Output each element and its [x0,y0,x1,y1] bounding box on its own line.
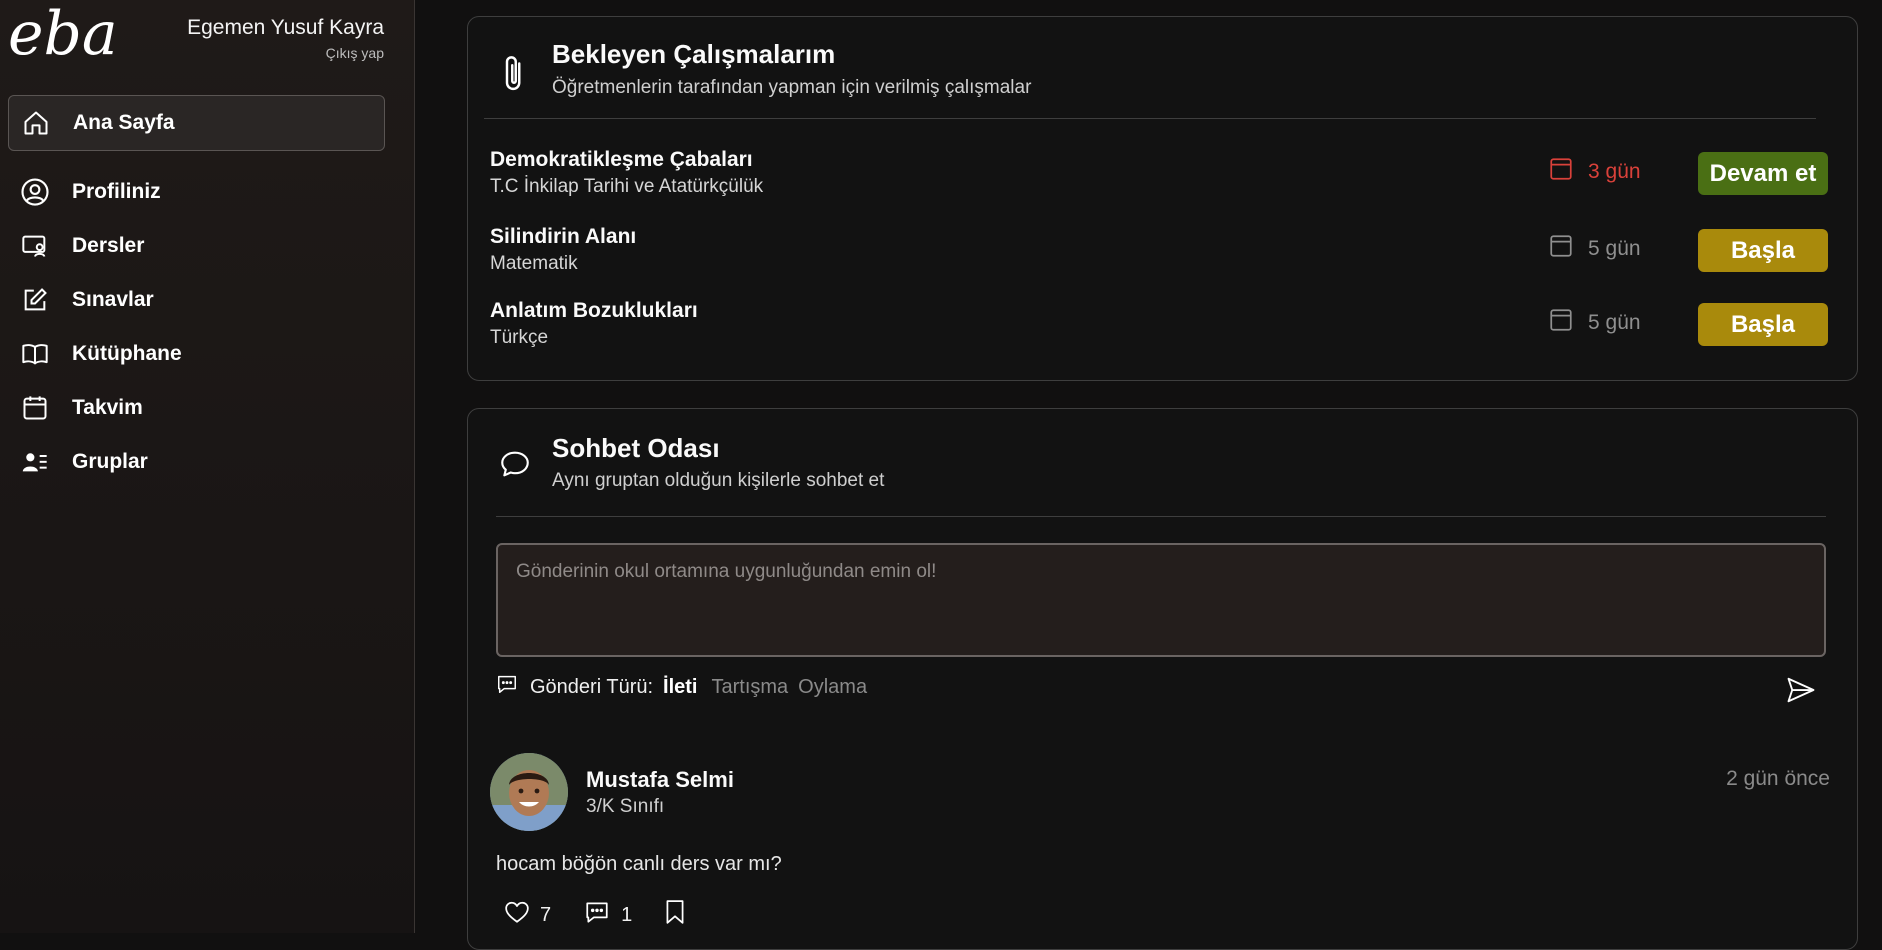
post-type-oylama[interactable]: Oylama [798,676,867,699]
groups-icon [20,447,50,477]
comment-icon [583,899,611,931]
task-row: Demokratikleşme Çabaları T.C İnkilap Tar… [490,148,1828,210]
user-name: Egemen Yusuf Kayra [187,16,384,39]
task-due: 3 gün [1548,156,1641,188]
sidebar-item-label: Kütüphane [72,342,182,365]
sidebar-item-dersler[interactable]: Dersler [8,219,385,273]
divider [484,118,1816,119]
task-title: Silindirin Alanı [490,225,637,248]
message-type-icon [496,673,518,701]
eba-logo[interactable]: eba [8,2,118,66]
post-text: hocam böğön canlı ders var mı? [496,853,782,875]
sidebar-item-label: Gruplar [72,450,148,473]
task-title: Demokratikleşme Çabaları [490,148,753,171]
post-input[interactable] [496,543,1826,657]
send-icon[interactable] [1785,675,1817,710]
post-type-ileti[interactable]: İleti [663,676,697,699]
lessons-icon [20,231,50,261]
calendar-icon [1548,307,1574,339]
post-type-selector: Gönderi Türü: İleti Tartışma Oylama [496,673,867,701]
book-icon [20,339,50,369]
sidebar-item-sinavlar[interactable]: Sınavlar [8,273,385,327]
chat-title: Sohbet Odası [552,433,720,463]
sidebar-item-takvim[interactable]: Takvim [8,381,385,435]
like-button[interactable]: 7 [494,900,551,930]
user-circle-icon [20,177,50,207]
sidebar-item-profiliniz[interactable]: Profiliniz [8,165,385,219]
avatar[interactable] [490,753,568,831]
task-due-text: 5 gün [1588,311,1641,334]
calendar-icon [1548,156,1574,188]
task-course: T.C İnkilap Tarihi ve Atatürkçülük [490,176,764,197]
heart-icon [504,900,530,930]
post-type-tartisma[interactable]: Tartışma [711,676,788,699]
edit-icon [20,285,50,315]
chat-subtitle: Aynı gruptan olduğun kişilerle sohbet et [552,470,885,491]
pending-title: Bekleyen Çalışmalarım [552,39,836,69]
pending-assignments-card: Bekleyen Çalışmalarım Öğretmenlerin tara… [467,16,1858,381]
task-due: 5 gün [1548,307,1641,339]
comment-count: 1 [621,903,633,926]
calendar-icon [20,393,50,423]
post-time: 2 gün önce [1726,767,1830,790]
task-due-text: 5 gün [1588,237,1641,260]
sidebar-item-gruplar[interactable]: Gruplar [8,435,385,489]
start-button[interactable]: Başla [1698,229,1828,272]
bookmark-icon [664,899,686,931]
continue-button[interactable]: Devam et [1698,152,1828,195]
sidebar-item-label: Dersler [72,234,145,257]
bookmark-button[interactable] [654,899,686,931]
sidebar-item-label: Sınavlar [72,288,154,311]
start-button[interactable]: Başla [1698,303,1828,346]
task-row: Anlatım Bozuklukları Türkçe 5 gün Başla [490,299,1828,361]
logout-link[interactable]: Çıkış yap [326,45,384,61]
sidebar-item-kutuphane[interactable]: Kütüphane [8,327,385,381]
post-type-label: Gönderi Türü: [530,675,654,698]
sidebar-item-label: Profiliniz [72,180,161,203]
calendar-icon [1548,233,1574,265]
pending-subtitle: Öğretmenlerin tarafından yapman için ver… [552,77,1032,98]
sidebar-item-label: Takvim [72,396,143,419]
sidebar-item-label: Ana Sayfa [73,111,175,134]
task-due-text: 3 gün [1588,160,1641,183]
home-icon [21,108,51,138]
sidebar-nav: Ana Sayfa Profiliniz Dersler Sınavlar Kü… [8,95,385,489]
svg-text:eba: eba [8,2,118,66]
post-actions: 7 1 [494,899,708,931]
divider [496,516,1826,517]
chat-bubble-icon [498,447,532,486]
like-count: 7 [540,903,552,926]
task-row: Silindirin Alanı Matematik 5 gün Başla [490,225,1828,287]
chat-room-card: Sohbet Odası Aynı gruptan olduğun kişile… [467,408,1858,950]
sidebar-item-ana-sayfa[interactable]: Ana Sayfa [8,95,385,151]
task-title: Anlatım Bozuklukları [490,299,698,322]
task-due: 5 gün [1548,233,1641,265]
paperclip-icon [500,53,528,100]
task-course: Matematik [490,253,578,274]
post-author[interactable]: Mustafa Selmi [586,767,734,793]
task-course: Türkçe [490,327,549,348]
post-class: 3/K Sınıfı [586,796,665,817]
comment-button[interactable]: 1 [573,899,632,931]
sidebar: eba Egemen Yusuf Kayra Çıkış yap Ana Say… [0,0,415,933]
